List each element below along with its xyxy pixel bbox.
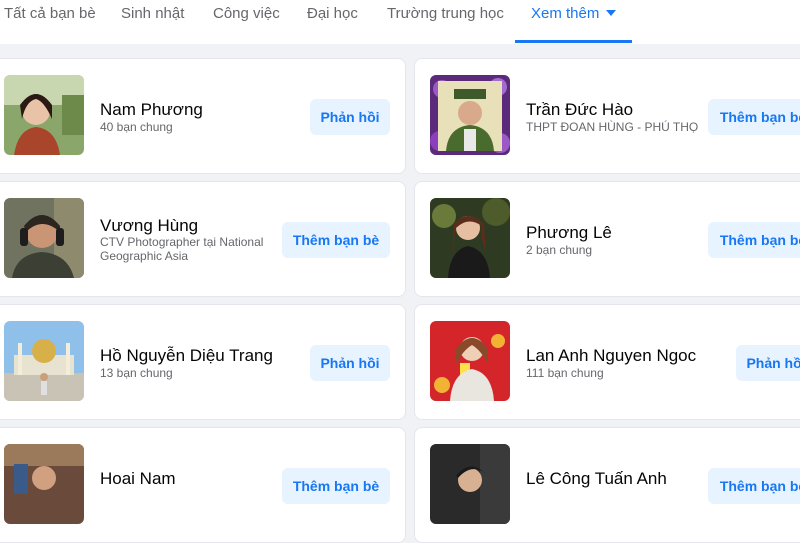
avatar[interactable] [430,198,510,278]
avatar[interactable] [430,75,510,155]
person-name[interactable]: Hoai Nam [100,469,176,489]
caret-down-icon [606,10,617,16]
avatar[interactable] [430,321,510,401]
respond-button[interactable]: Phản hồi [310,99,390,135]
person-subtitle: 13 bạn chung [100,366,173,380]
add-friend-button[interactable]: Thêm bạn bè [282,468,390,504]
avatar[interactable] [4,198,84,278]
tab-university[interactable]: Đại học [307,0,358,44]
tab-see-more-label: Xem thêm [531,5,600,22]
person-name[interactable]: Lê Công Tuấn Anh [526,469,667,489]
add-friend-button[interactable]: Thêm bạn bè [708,99,800,135]
person-name[interactable]: Nam Phương [100,100,203,120]
respond-button[interactable]: Phản hồi [736,345,800,381]
person-name[interactable]: Phương Lê [526,223,612,243]
avatar[interactable] [4,75,84,155]
respond-button[interactable]: Phản hồi [310,345,390,381]
person-subtitle: CTV Photographer tại National Geographic… [100,235,264,263]
person-subtitle: THPT ĐOAN HÙNG - PHÚ THỌ [526,120,699,134]
people-list: Nam Phương 40 bạn chung Phản hồi Trần Đứ… [0,44,800,543]
add-friend-button[interactable]: Thêm bạn bè [708,222,800,258]
add-friend-button[interactable]: Thêm bạn bè [282,222,390,258]
person-subtitle: 2 bạn chung [526,243,593,257]
person-subtitle: 40 bạn chung [100,120,173,134]
active-tab-indicator [515,40,632,43]
person-name[interactable]: Vương Hùng [100,216,198,236]
add-friend-button[interactable]: Thêm bạn bè [708,468,800,504]
friends-tab-bar: Tất cả bạn bè Sinh nhật Công việc Đại họ… [0,0,800,44]
avatar[interactable] [4,444,84,524]
person-name[interactable]: Hồ Nguyễn Diệu Trang [100,346,273,366]
tab-birthdays[interactable]: Sinh nhật [121,0,184,44]
person-subtitle: 111 bạn chung [526,366,604,380]
person-name[interactable]: Lan Anh Nguyen Ngoc [526,346,696,366]
avatar[interactable] [4,321,84,401]
person-name[interactable]: Trần Đức Hào [526,100,633,120]
tab-high-school[interactable]: Trường trung học [387,0,504,44]
avatar[interactable] [430,444,510,524]
tab-all-friends[interactable]: Tất cả bạn bè [4,0,96,44]
tab-work[interactable]: Công việc [213,0,280,44]
tab-see-more[interactable]: Xem thêm [531,0,617,44]
